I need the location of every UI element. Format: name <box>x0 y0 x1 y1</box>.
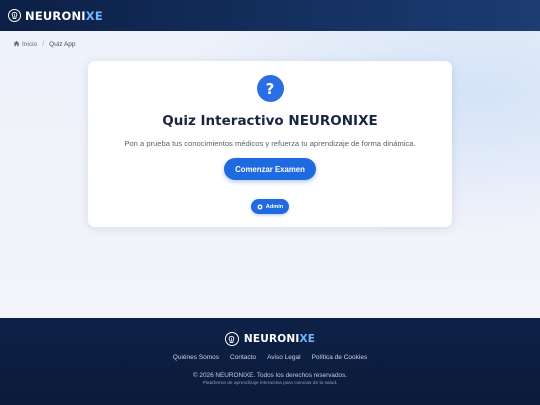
card-title: Quiz Interactivo NEURONIXE <box>162 113 378 129</box>
footer-link-cookies[interactable]: Política de Cookies <box>312 354 368 361</box>
home-icon <box>13 40 20 49</box>
gear-icon <box>256 203 263 210</box>
top-navbar: NEURONIXE <box>0 0 540 31</box>
footer: NEURONIXE Quiénes Somos Contacto Aviso L… <box>0 318 540 405</box>
brand-name: NEURONIXE <box>25 8 103 23</box>
question-mark-icon: ? <box>256 75 284 102</box>
card-subtitle: Pon a prueba tus conocimientos médicos y… <box>124 139 416 148</box>
admin-button-label: Admin <box>265 203 284 210</box>
admin-button[interactable]: Admin <box>250 199 290 214</box>
breadcrumb: Inicio / Quiz App <box>13 39 76 49</box>
brand-logo-link[interactable]: NEURONIXE <box>8 9 103 23</box>
breadcrumb-current: Quiz App <box>49 40 76 48</box>
footer-link-contact[interactable]: Contacto <box>230 354 256 361</box>
neuron-icon <box>8 9 21 22</box>
footer-tagline: Plataforma de aprendizaje interactiva pa… <box>202 381 338 386</box>
start-exam-button[interactable]: Comenzar Examen <box>224 158 316 180</box>
footer-link-about[interactable]: Quiénes Somos <box>173 354 219 361</box>
breadcrumb-home-link[interactable]: Inicio <box>13 40 37 49</box>
footer-brand-name: NEURONIXE <box>243 333 316 345</box>
footer-links: Quiénes Somos Contacto Aviso Legal Polít… <box>173 354 367 361</box>
quiz-intro-card: ? Quiz Interactivo NEURONIXE Pon a prueb… <box>88 61 452 227</box>
footer-copyright: © 2026 NEURONIXE. Todos los derechos res… <box>192 372 348 379</box>
footer-link-legal[interactable]: Aviso Legal <box>267 354 301 361</box>
breadcrumb-home-label: Inicio <box>22 40 38 48</box>
footer-brand[interactable]: NEURONIXE <box>224 332 316 346</box>
breadcrumb-separator: / <box>42 40 45 48</box>
neuron-icon <box>224 332 239 346</box>
